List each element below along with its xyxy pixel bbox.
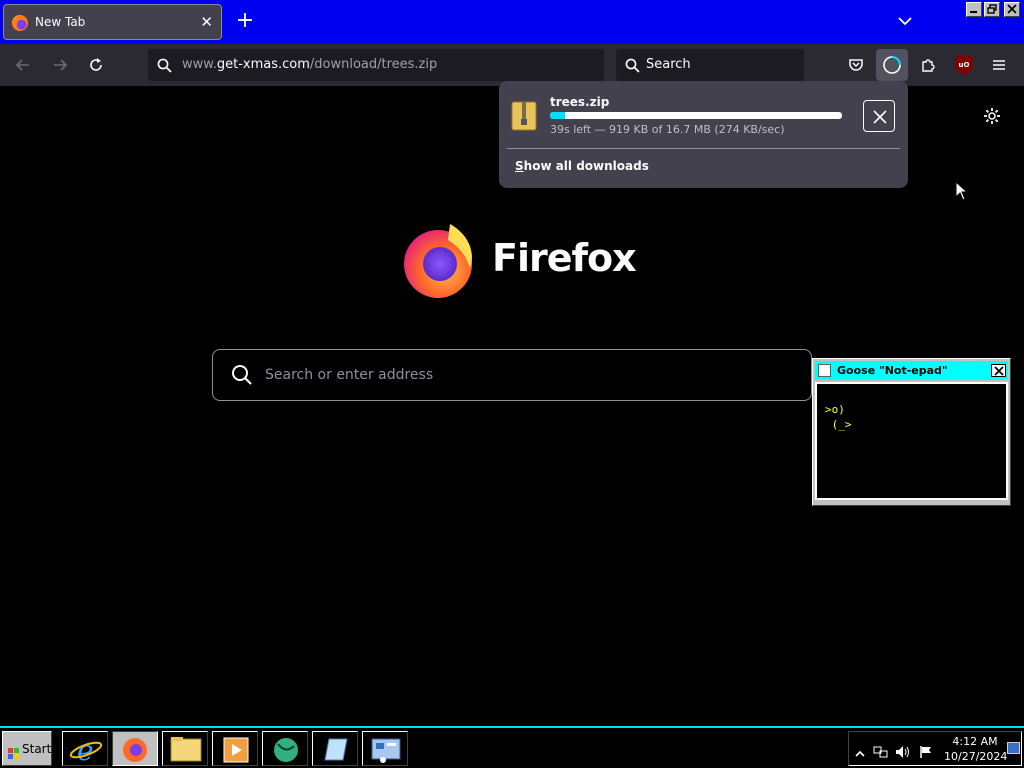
search-icon <box>625 58 640 77</box>
download-progress-fill <box>550 112 565 119</box>
minimize-button[interactable] <box>966 2 982 17</box>
notepad-text-area[interactable]: >o) (_> <box>815 382 1008 500</box>
search-bar-label: Search <box>646 57 691 72</box>
tab-strip: New Tab ✕ + <box>0 0 1024 44</box>
firefox-taskbar-icon[interactable] <box>112 731 158 766</box>
downloads-panel: trees.zip 39s left — 919 KB of 16.7 MB (… <box>499 81 908 188</box>
notepad-title: Goose "Not-epad" <box>837 364 948 377</box>
zip-folder-icon <box>511 99 537 135</box>
globe-app-icon[interactable] <box>262 731 308 766</box>
system-tray: 4:12 AM 10/27/2024 <box>848 731 1022 766</box>
search-icon <box>157 58 172 77</box>
goose-notepad-window: Goose "Not-epad" >o) (_> <box>812 358 1011 506</box>
url-text[interactable]: www.get-xmas.com/download/trees.zip <box>182 57 437 72</box>
new-tab-search-input[interactable]: Search or enter address <box>212 349 812 401</box>
address-bar[interactable]: www.get-xmas.com/download/trees.zip <box>148 49 604 81</box>
clock-time[interactable]: 4:12 AM <box>947 735 1003 748</box>
firefox-favicon-icon <box>12 15 28 31</box>
start-button[interactable]: Start <box>2 731 52 766</box>
show-hidden-icons-chevron-icon[interactable] <box>855 744 865 763</box>
close-window-button[interactable] <box>1004 2 1020 17</box>
downloads-button[interactable] <box>876 49 908 81</box>
clock-date[interactable]: 10/27/2024 <box>944 750 1007 763</box>
firefox-logo-icon <box>398 220 478 300</box>
new-tab-button[interactable]: + <box>234 9 256 33</box>
extensions-puzzle-icon[interactable] <box>915 52 941 78</box>
taskbar: Start e 4:12 AM 10/27/2024 <box>0 726 1024 768</box>
firefox-brand-title: Firefox <box>492 236 637 280</box>
download-file-name[interactable]: trees.zip <box>550 95 609 109</box>
start-label: Start <box>22 742 52 756</box>
divider <box>507 148 900 149</box>
media-player-icon[interactable] <box>212 731 258 766</box>
notepad-close-button[interactable] <box>991 364 1006 377</box>
notepad-app-icon[interactable] <box>312 731 358 766</box>
show-desktop-button[interactable] <box>1007 742 1020 754</box>
notepad-icon <box>818 364 831 377</box>
settings-gear-icon[interactable] <box>982 106 1002 130</box>
svg-text:e: e <box>77 734 94 767</box>
ublock-origin-icon[interactable]: uO <box>955 56 973 74</box>
show-all-downloads-button[interactable]: Show all downloads <box>515 159 649 173</box>
windows-logo-icon <box>8 744 19 759</box>
reload-icon[interactable] <box>83 52 109 78</box>
search-placeholder: Search or enter address <box>265 367 434 383</box>
action-center-flag-icon[interactable] <box>919 744 933 763</box>
search-bar[interactable]: Search <box>616 49 804 81</box>
hamburger-menu-icon[interactable] <box>986 52 1012 78</box>
navigation-toolbar: www.get-xmas.com/download/trees.zip Sear… <box>0 44 1024 86</box>
control-panel-icon[interactable] <box>362 731 408 766</box>
tab-title: New Tab <box>35 15 86 29</box>
search-icon <box>231 364 253 390</box>
tab-new-tab[interactable]: New Tab ✕ <box>3 4 222 40</box>
cancel-download-button[interactable] <box>863 100 895 132</box>
internet-explorer-icon[interactable]: e <box>62 731 108 767</box>
restore-button[interactable] <box>984 2 1000 17</box>
tab-close-icon[interactable]: ✕ <box>200 13 213 31</box>
back-arrow-icon[interactable] <box>10 52 36 78</box>
notepad-content: >o) (_> <box>825 403 852 431</box>
download-progress-bar <box>550 112 842 119</box>
network-icon[interactable] <box>873 744 889 763</box>
volume-speaker-icon[interactable] <box>895 744 911 763</box>
notepad-title-bar[interactable]: Goose "Not-epad" <box>815 361 1008 380</box>
download-status: 39s left — 919 KB of 16.7 MB (274 KB/sec… <box>550 123 785 136</box>
pocket-icon[interactable] <box>843 52 869 78</box>
mouse-pointer-icon <box>955 180 969 205</box>
desktop: New Tab ✕ + www.get-xmas.com/download/tr… <box>0 0 1024 768</box>
file-explorer-icon[interactable] <box>162 731 208 766</box>
list-all-tabs-chevron-icon[interactable] <box>896 12 914 30</box>
forward-arrow-icon[interactable] <box>47 52 73 78</box>
